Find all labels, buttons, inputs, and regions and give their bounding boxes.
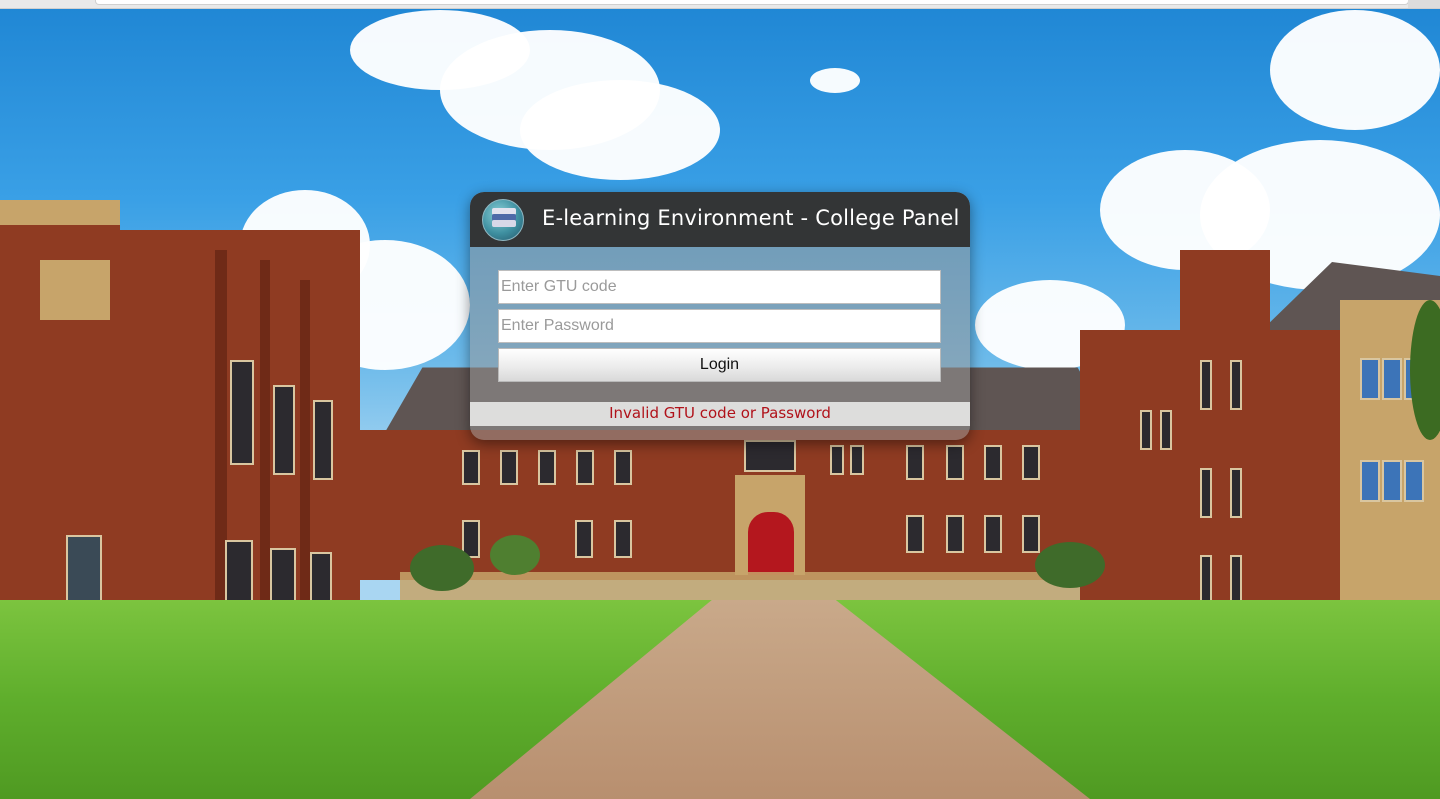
login-panel: E-learning Environment - College Panel L… [470, 192, 970, 440]
panel-title: E-learning Environment - College Panel [542, 206, 960, 230]
browser-top-strip [0, 0, 1440, 9]
window-edge [1408, 0, 1440, 8]
book-stack-shape [492, 220, 516, 227]
books-logo-icon [482, 199, 524, 241]
address-bar-edge [95, 0, 1409, 5]
panel-header: E-learning Environment - College Panel [470, 192, 970, 247]
password-input[interactable] [498, 309, 941, 343]
login-button[interactable]: Login [498, 348, 941, 382]
gtu-code-input[interactable] [498, 270, 941, 304]
campus-background: E-learning Environment - College Panel L… [0, 0, 1440, 799]
error-message: Invalid GTU code or Password [609, 404, 831, 422]
